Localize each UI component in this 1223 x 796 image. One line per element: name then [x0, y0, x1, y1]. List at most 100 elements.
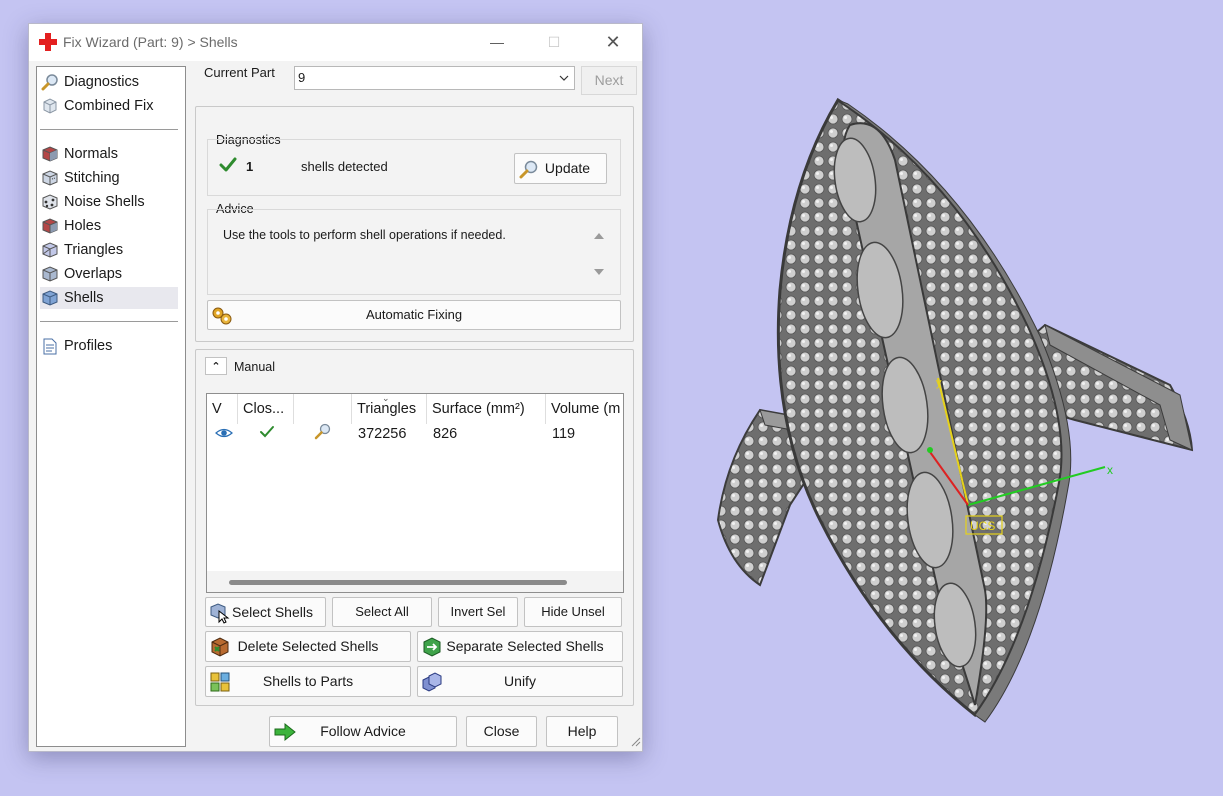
nav-item-noise-shells[interactable]: Noise Shells — [40, 191, 178, 213]
noise-shells-cube-icon — [40, 192, 60, 212]
invert-selection-button[interactable]: Invert Sel — [438, 597, 518, 627]
document-icon — [40, 336, 60, 356]
nav-item-label: Profiles — [64, 338, 113, 354]
surface-cell: 826 — [433, 426, 458, 442]
check-icon — [253, 421, 276, 443]
update-label: Update — [544, 160, 591, 176]
holes-cube-icon — [40, 216, 60, 236]
resize-grip-icon[interactable] — [629, 735, 641, 750]
column-header-volume[interactable]: Volume (m — [545, 394, 623, 424]
ucs-label: UCS — [970, 519, 995, 533]
follow-advice-label: Follow Advice — [320, 723, 406, 739]
nav-item-overlaps[interactable]: Overlaps — [40, 263, 178, 285]
shells-to-parts-button[interactable]: Shells to Parts — [205, 666, 411, 697]
overlaps-cube-icon — [40, 264, 60, 284]
minimize-button[interactable]: — — [485, 31, 509, 53]
maximize-button[interactable]: ☐ — [542, 31, 566, 53]
column-header-closed[interactable]: Clos... — [237, 394, 293, 424]
nav-item-shells[interactable]: Shells — [40, 287, 178, 309]
magnifier-icon — [40, 72, 60, 92]
unify-label: Unify — [504, 673, 536, 689]
nav-item-label: Triangles — [64, 242, 124, 258]
current-part-label: Current Part — [204, 65, 275, 80]
nav-item-label: Holes — [64, 218, 102, 234]
triangles-cube-icon — [40, 240, 60, 260]
column-header-visible[interactable]: V — [207, 394, 237, 424]
select-shells-label: Select Shells — [232, 604, 313, 620]
nav-item-stitching[interactable]: Stitching — [40, 167, 178, 189]
automatic-fixing-label: Automatic Fixing — [365, 307, 463, 322]
current-part-select[interactable]: 9 — [294, 66, 575, 90]
select-all-button[interactable]: Select All — [332, 597, 432, 627]
delete-cube-icon — [209, 636, 231, 668]
automatic-fixing-button[interactable]: Automatic Fixing — [207, 300, 621, 330]
follow-advice-button[interactable]: Follow Advice — [269, 716, 457, 747]
nav-item-triangles[interactable]: Triangles — [40, 239, 178, 261]
nav-separator — [40, 321, 178, 322]
table-horizontal-scrollbar[interactable] — [207, 571, 623, 592]
nav-item-holes[interactable]: Holes — [40, 215, 178, 237]
close-window-button[interactable]: ✕ — [601, 31, 625, 53]
sort-indicator-icon: ⌄ — [382, 393, 390, 403]
nav-item-profiles[interactable]: Profiles — [40, 335, 178, 357]
cube-icon — [40, 96, 60, 116]
check-icon — [219, 156, 237, 177]
nav-item-label: Noise Shells — [64, 194, 145, 210]
eye-icon[interactable] — [210, 422, 233, 444]
separate-cube-icon — [421, 636, 443, 668]
unify-cubes-icon — [421, 671, 443, 703]
green-arrow-right-icon — [274, 722, 296, 752]
next-button[interactable]: Next — [581, 66, 637, 95]
nav-item-label: Diagnostics — [64, 74, 139, 90]
column-header-surface[interactable]: Surface (mm²) — [426, 394, 545, 424]
axis-y-label: y — [936, 377, 942, 389]
fix-wizard-window: Fix Wizard (Part: 9) > Shells — ☐ ✕ Diag… — [28, 23, 643, 752]
nav-item-label: Normals — [64, 146, 118, 162]
ring-model: y x UCS — [716, 97, 1194, 723]
advice-text: Use the tools to perform shell operation… — [223, 228, 506, 242]
close-button[interactable]: Close — [466, 716, 537, 747]
nav-item-combined-fix[interactable]: Combined Fix — [40, 95, 178, 117]
nav-item-label: Stitching — [64, 170, 120, 186]
fix-category-list: Diagnostics Combined Fix Normals Stitchi… — [36, 66, 186, 747]
triangles-cell: 372256 — [358, 426, 407, 442]
nav-item-label: Shells — [64, 290, 104, 306]
axis-x-label: x — [1107, 463, 1113, 477]
unify-button[interactable]: Unify — [417, 666, 623, 697]
delete-selected-shells-button[interactable]: Delete Selected Shells — [205, 631, 411, 662]
normals-cube-icon — [40, 144, 60, 164]
shells-table[interactable]: V Clos... Triangles ⌄ Surface (mm²) Volu… — [206, 393, 624, 593]
hide-unselected-button[interactable]: Hide Unsel — [524, 597, 622, 627]
shells-to-parts-label: Shells to Parts — [262, 673, 354, 689]
scrollbar-thumb[interactable] — [229, 580, 567, 585]
advice-scrollbar[interactable] — [590, 225, 608, 283]
delete-selected-shells-label: Delete Selected Shells — [237, 638, 379, 654]
current-part-value: 9 — [298, 70, 306, 85]
shell-count: 1 — [246, 159, 254, 174]
nav-item-normals[interactable]: Normals — [40, 143, 178, 165]
manual-title: Manual — [234, 360, 275, 374]
red-cross-icon — [39, 33, 57, 54]
nav-item-label: Combined Fix — [64, 98, 154, 114]
chevron-down-icon — [559, 67, 569, 97]
update-button[interactable]: Update — [514, 153, 607, 184]
title-bar[interactable]: Fix Wizard (Part: 9) > Shells — ☐ ✕ — [29, 24, 642, 61]
separate-selected-shells-button[interactable]: Separate Selected Shells — [417, 631, 623, 662]
shells-to-parts-icon — [209, 671, 231, 703]
nav-item-diagnostics[interactable]: Diagnostics — [40, 71, 178, 93]
stitching-cube-icon — [40, 168, 60, 188]
nav-item-label: Overlaps — [64, 266, 123, 282]
gears-icon — [211, 306, 233, 336]
nav-separator — [40, 129, 178, 130]
separate-selected-shells-label: Separate Selected Shells — [446, 638, 604, 654]
window-title: Fix Wizard (Part: 9) > Shells — [63, 34, 238, 50]
select-shells-button[interactable]: Select Shells — [205, 597, 326, 627]
column-header-inspect[interactable] — [293, 394, 351, 424]
help-button[interactable]: Help — [546, 716, 618, 747]
3d-viewport[interactable]: y x UCS — [700, 90, 1210, 730]
advice-box — [207, 209, 621, 295]
select-cube-cursor-icon — [209, 602, 231, 633]
magnifier-icon — [519, 159, 539, 189]
collapse-manual-button[interactable]: ⌃ — [205, 357, 227, 375]
magnifier-icon[interactable] — [309, 421, 332, 443]
